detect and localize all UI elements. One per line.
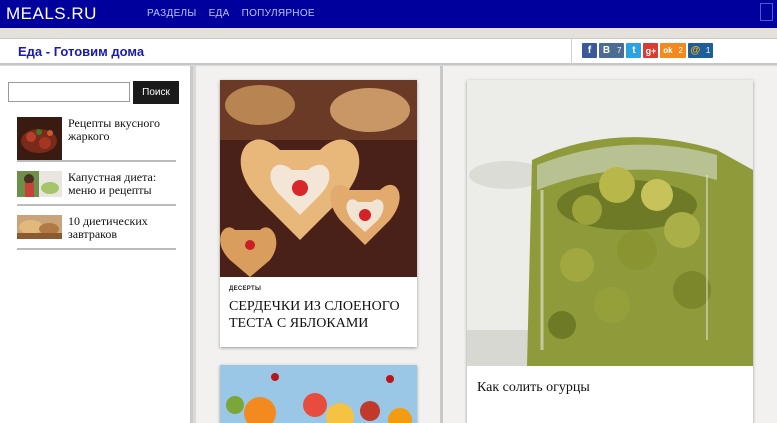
sidebar-article-title: Капустная диета: меню и рецепты <box>68 170 157 197</box>
site-logo[interactable]: MEALS.RU <box>6 4 97 24</box>
sidebar-article-diet-breakfasts[interactable]: 10 диетических завтраков <box>17 215 176 250</box>
header-corner-button[interactable] <box>760 3 773 21</box>
sidebar-article-roast[interactable]: Рецепты вкусного жаркого <box>17 117 176 162</box>
header-strip <box>0 28 777 39</box>
nav-item-popular[interactable]: Популярное <box>242 8 315 19</box>
share-count-mail: 1 <box>705 46 711 55</box>
fruit-salad-image <box>220 365 417 423</box>
vk-icon: B <box>602 45 611 56</box>
breakfast-thumbnail <box>17 215 62 239</box>
twitter-icon: t <box>632 45 636 56</box>
cabbage-diet-thumbnail <box>17 171 62 197</box>
puff-pastry-hearts-image <box>220 80 417 277</box>
sidebar: Поиск Рецепты вкусного жаркого Капустная… <box>0 66 193 423</box>
main-content: ДЕСЕРТЫ Сердечки из слоеного теста с ябл… <box>196 66 777 423</box>
share-count-vk: 7 <box>617 46 622 55</box>
sidebar-article-title: 10 диетических завтраков <box>68 214 148 241</box>
article-title[interactable]: Сердечки из слоеного теста с яблоками <box>229 298 411 332</box>
share-twitter-button[interactable]: t <box>626 43 642 58</box>
facebook-icon: f <box>587 45 592 56</box>
article-category[interactable]: ДЕСЕРТЫ <box>229 286 261 292</box>
share-odnoklassniki-button[interactable]: ok 2 <box>660 43 686 58</box>
column-divider <box>440 66 443 423</box>
search-button[interactable]: Поиск <box>133 81 179 104</box>
share-vk-button[interactable]: B 7 <box>599 43 625 58</box>
nav-item-sections[interactable]: Разделы <box>147 8 197 19</box>
main-nav: Разделы Еда Популярное <box>147 8 315 19</box>
article-card-hearts[interactable]: ДЕСЕРТЫ Сердечки из слоеного теста с ябл… <box>220 80 417 347</box>
pickled-cucumbers-jar-image <box>467 80 753 366</box>
page-title: Еда - Готовим дома <box>18 44 145 59</box>
article-title[interactable]: Как солить огурцы <box>477 380 590 396</box>
share-facebook-button[interactable]: f <box>582 43 597 58</box>
article-card-fruits[interactable] <box>220 365 417 423</box>
google-plus-icon: g+ <box>645 45 657 56</box>
share-mail-ru-button[interactable]: @ 1 <box>687 43 714 58</box>
sidebar-article-cabbage-diet[interactable]: Капустная диета: меню и рецепты <box>17 171 176 206</box>
top-navigation-bar: MEALS.RU Разделы Еда Популярное <box>0 0 777 28</box>
nav-item-food[interactable]: Еда <box>209 8 230 19</box>
article-card-pickles[interactable]: Как солить огурцы <box>467 80 753 423</box>
title-bar: Еда - Готовим дома f B 7 t g+ ok 2 @ 1 <box>0 39 777 65</box>
odnoklassniki-icon: ok <box>663 46 673 55</box>
sidebar-article-title: Рецепты вкусного жаркого <box>68 116 161 143</box>
mail-ru-icon: @ <box>690 45 701 56</box>
share-buttons: f B 7 t g+ ok 2 @ 1 <box>582 43 714 58</box>
share-google-plus-button[interactable]: g+ <box>643 43 659 58</box>
search-input[interactable] <box>8 82 130 102</box>
roast-thumbnail <box>17 117 62 160</box>
share-count-ok: 2 <box>678 46 683 55</box>
share-separator <box>571 39 572 65</box>
